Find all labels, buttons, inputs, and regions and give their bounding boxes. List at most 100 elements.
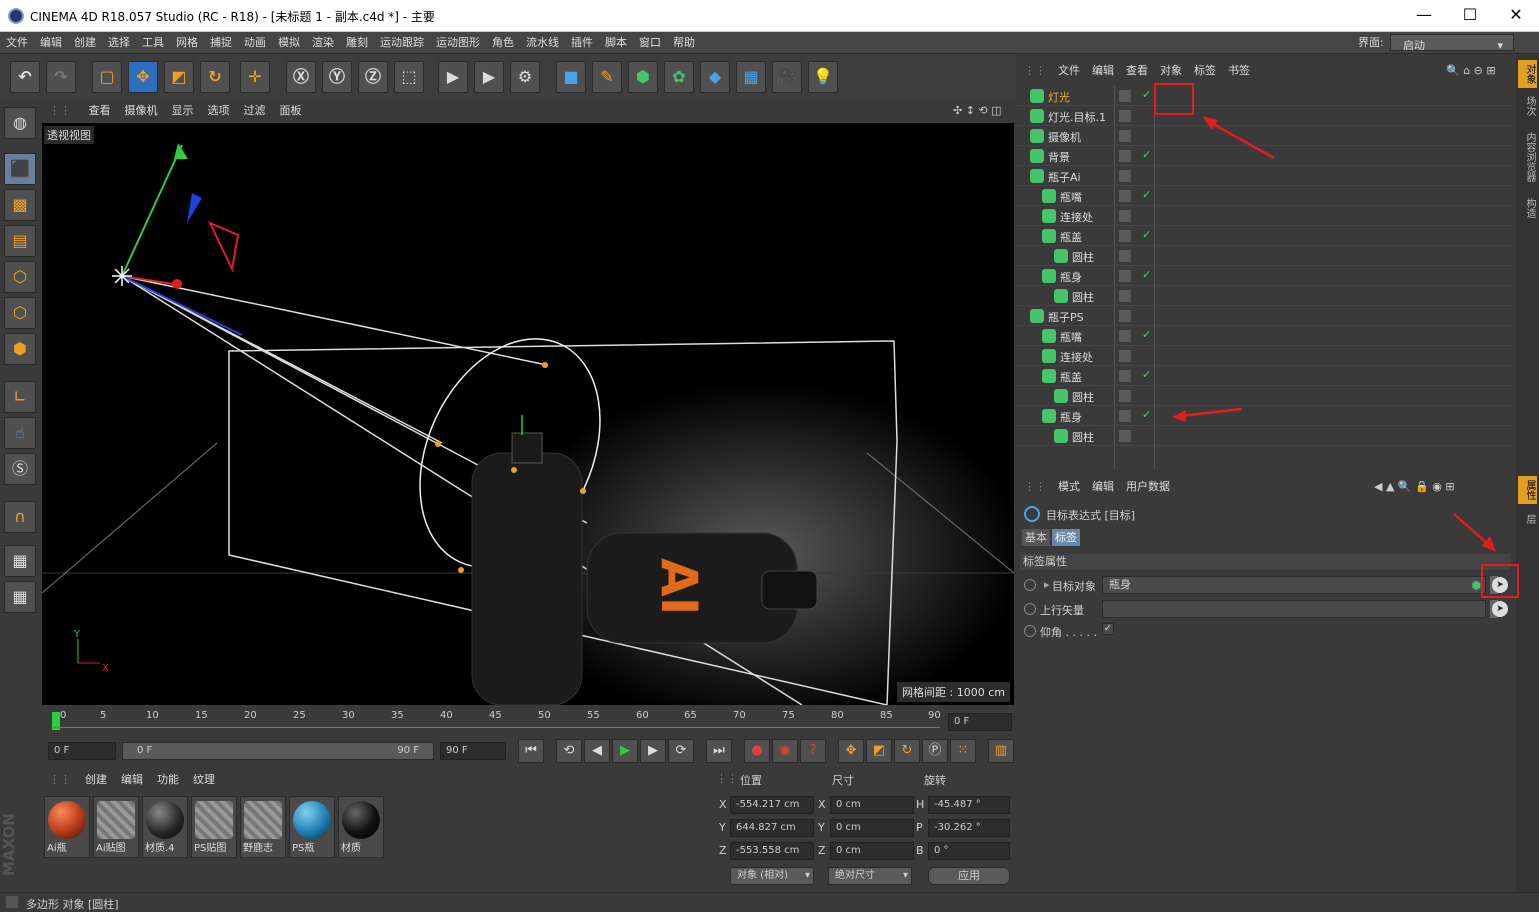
object-name[interactable]: 连接处	[1060, 349, 1093, 365]
layer-visibility-icon[interactable]	[1119, 170, 1131, 182]
maximize-button[interactable]: ☐	[1447, 0, 1493, 32]
layer-visibility-icon[interactable]	[1119, 230, 1131, 242]
enabled-check[interactable]: ✓	[1142, 328, 1151, 341]
deformer-icon[interactable]: ◆	[700, 61, 730, 93]
layer-visibility-icon[interactable]	[1119, 330, 1131, 342]
go-to-end-icon[interactable]: ⏭	[706, 739, 732, 763]
render-settings-icon[interactable]: ⚙	[510, 61, 540, 93]
z-axis-lock-icon[interactable]: Ⓩ	[358, 61, 388, 93]
solo-icon[interactable]: Ⓢ	[4, 453, 36, 485]
menu-help[interactable]: 帮助	[667, 32, 701, 53]
layer-visibility-icon[interactable]	[1119, 430, 1131, 442]
go-to-start-icon[interactable]: ⏮	[518, 739, 544, 763]
tab-tag[interactable]: 标签	[1052, 529, 1080, 546]
object-name[interactable]: 圆柱	[1072, 249, 1094, 265]
object-name[interactable]: 瓶嘴	[1060, 189, 1082, 205]
menu-snap[interactable]: 捕捉	[204, 32, 238, 53]
x-axis-lock-icon[interactable]: Ⓧ	[286, 61, 316, 93]
planar-workplane-icon[interactable]: ▦	[4, 581, 36, 613]
next-frame-icon[interactable]: ▶	[640, 739, 666, 763]
object-name[interactable]: 瓶身	[1060, 409, 1082, 425]
z-axis-handle[interactable]	[121, 275, 243, 336]
layer-visibility-icon[interactable]	[1119, 350, 1131, 362]
cone-handle[interactable]	[511, 467, 517, 473]
up-vector-field[interactable]	[1102, 600, 1486, 618]
light-icon[interactable]: 💡	[808, 61, 838, 93]
texture-mode-icon[interactable]: ▩	[4, 189, 36, 221]
attr-menu-edit[interactable]: 编辑	[1086, 476, 1120, 498]
menu-select[interactable]: 选择	[102, 32, 136, 53]
start-frame-field[interactable]: 0 F	[48, 742, 116, 760]
cloner-icon[interactable]: ✿	[664, 61, 694, 93]
coordinate-system-icon[interactable]: ⬚	[394, 61, 424, 93]
menu-create[interactable]: 创建	[68, 32, 102, 53]
side-tab-objects[interactable]: 对象	[1518, 60, 1537, 88]
material-menu-texture[interactable]: 纹理	[186, 770, 222, 790]
menu-simulate[interactable]: 模拟	[272, 32, 306, 53]
model-mode-icon[interactable]: ⬛	[4, 153, 36, 185]
object-name[interactable]: 灯光.目标.1	[1048, 109, 1106, 125]
object-name[interactable]: 圆柱	[1072, 389, 1094, 405]
recent-tool-icon[interactable]: ✛	[240, 61, 270, 93]
size-mode-select[interactable]: 绝对尺寸 ▾	[828, 867, 912, 885]
coord-mode-select[interactable]: 对象 (相对) ▾	[730, 867, 814, 885]
expand-arrow-icon[interactable]: ▸	[1044, 578, 1050, 591]
viewport-menu-display[interactable]: 显示	[165, 100, 201, 122]
animation-dot-icon[interactable]	[1024, 625, 1036, 637]
redo-icon[interactable]: ↷	[46, 61, 76, 93]
obj-menu-file[interactable]: 文件	[1052, 60, 1086, 82]
obj-menu-objects[interactable]: 对象	[1154, 60, 1188, 82]
workplane-mode-icon[interactable]: ▤	[4, 225, 36, 257]
cone-handle[interactable]	[435, 441, 441, 447]
enabled-check[interactable]: ✓	[1142, 368, 1151, 381]
layer-visibility-icon[interactable]	[1119, 150, 1131, 162]
subdivision-surface-icon[interactable]: ⬢	[628, 61, 658, 93]
object-name[interactable]: 瓶盖	[1060, 229, 1082, 245]
enabled-check[interactable]: ✓	[1142, 188, 1151, 201]
end-frame-field[interactable]: 90 F	[440, 742, 506, 760]
layer-visibility-icon[interactable]	[1119, 190, 1131, 202]
cone-handle[interactable]	[580, 488, 586, 494]
next-key-icon[interactable]: ⟳	[668, 739, 694, 763]
rotation-p-field[interactable]: -30.262 °	[928, 819, 1010, 837]
cone-handle[interactable]	[458, 567, 464, 573]
minimize-button[interactable]: —	[1401, 0, 1447, 32]
key-rotation-icon[interactable]: ↻	[894, 739, 920, 763]
object-name[interactable]: 灯光	[1048, 89, 1070, 105]
tweak-mode-icon[interactable]: ☝	[4, 417, 36, 449]
rotation-h-field[interactable]: -45.487 °	[928, 796, 1010, 814]
material-swatch[interactable]: 材质.4	[142, 796, 188, 858]
obj-menu-edit[interactable]: 编辑	[1086, 60, 1120, 82]
cone-handle[interactable]	[542, 362, 548, 368]
points-mode-icon[interactable]: ⬡	[4, 261, 36, 293]
target-object-field[interactable]: 瓶身 ⬢	[1102, 576, 1486, 594]
edges-mode-icon[interactable]: ⬡	[4, 297, 36, 329]
object-name[interactable]: 瓶子Ai	[1048, 169, 1081, 185]
scale-tool-icon[interactable]: ◩	[164, 61, 194, 93]
material-swatch[interactable]: PS贴图	[191, 796, 237, 858]
enabled-check[interactable]: ✓	[1142, 148, 1151, 161]
timeline-ruler[interactable]: 0 5 10 15 20 25 30 35 40 45 50 55 60 65 …	[42, 707, 1016, 735]
layer-visibility-icon[interactable]	[1119, 310, 1131, 322]
animation-dot-icon[interactable]	[1024, 579, 1036, 591]
object-name[interactable]: 瓶盖	[1060, 369, 1082, 385]
layer-visibility-icon[interactable]	[1119, 250, 1131, 262]
snap-magnet-icon[interactable]: ∩	[4, 501, 36, 533]
close-button[interactable]: ✕	[1493, 0, 1539, 32]
size-y-field[interactable]: 0 cm	[830, 819, 914, 837]
layer-visibility-icon[interactable]	[1119, 410, 1131, 422]
object-search-icons[interactable]: 🔍 ⌂ ⊖ ⊞	[1440, 60, 1502, 82]
viewport-menu-filter[interactable]: 过滤	[237, 100, 273, 122]
axis-mode-icon[interactable]: ∟	[4, 381, 36, 413]
light-source-icon[interactable]	[112, 266, 132, 286]
menu-sculpt[interactable]: 雕刻	[340, 32, 374, 53]
record-keys-icon[interactable]: ●	[744, 739, 770, 763]
y-rotate-band[interactable]	[187, 193, 202, 223]
object-name[interactable]: 摄像机	[1048, 129, 1081, 145]
attr-menu-mode[interactable]: 模式	[1052, 476, 1086, 498]
obj-menu-bookmarks[interactable]: 书签	[1222, 60, 1256, 82]
key-selection-icon[interactable]: ?	[800, 739, 826, 763]
enabled-check[interactable]: ✓	[1142, 228, 1151, 241]
pick-object-icon[interactable]: ➤	[1492, 601, 1508, 617]
material-swatch[interactable]: Ai瓶	[44, 796, 90, 858]
